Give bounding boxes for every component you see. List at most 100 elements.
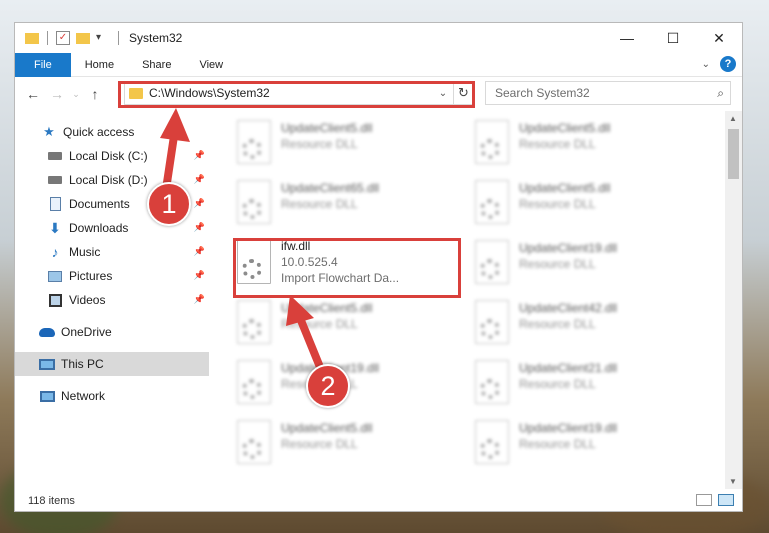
vertical-scrollbar[interactable]: ▲ ▼ <box>725 111 742 489</box>
videos-icon <box>47 293 63 307</box>
dll-file-icon <box>237 300 271 344</box>
dll-file-icon <box>475 240 509 284</box>
sidebar-item-onedrive[interactable]: OneDrive <box>15 320 209 344</box>
new-folder-icon[interactable] <box>76 32 90 44</box>
navigation-bar: ← → ⌄ ↑ C:\Windows\System32 ⌄ ↻ Search S… <box>15 77 742 111</box>
window-title: System32 <box>129 31 183 45</box>
dll-file-icon <box>475 300 509 344</box>
file-name: UpdateClient19.dll <box>519 241 618 255</box>
dll-file-icon <box>475 360 509 404</box>
tab-share[interactable]: Share <box>128 53 185 77</box>
search-input[interactable]: Search System32 ⌕ <box>485 81 731 105</box>
file-name: UpdateClient5.dll <box>281 301 373 315</box>
tab-file[interactable]: File <box>15 52 71 77</box>
sidebar-item-quick-access[interactable]: ★ Quick access <box>15 120 209 144</box>
file-description: Resource DLL <box>519 197 596 211</box>
file-item[interactable]: UpdateClient42.dll Resource DLL <box>469 296 705 352</box>
divider <box>118 31 119 45</box>
sidebar-item-label: Quick access <box>63 125 135 139</box>
file-item[interactable]: UpdateClient5.dll Resource DLL <box>469 176 705 232</box>
sidebar-item-label: Downloads <box>69 221 129 235</box>
scroll-up-icon[interactable]: ▲ <box>729 114 737 123</box>
pin-icon[interactable]: 📌 <box>194 198 205 209</box>
view-switcher <box>696 494 734 506</box>
pin-icon[interactable]: 📌 <box>194 294 205 305</box>
music-icon: ♪ <box>51 244 59 260</box>
large-icons-view-icon[interactable] <box>718 494 734 506</box>
file-item[interactable]: UpdateClient19.dll Resource DLL <box>469 236 705 292</box>
pin-icon[interactable]: 📌 <box>194 150 205 161</box>
sidebar-item-this-pc[interactable]: This PC <box>15 352 209 376</box>
folder-icon[interactable] <box>25 32 39 44</box>
drive-icon <box>47 173 63 187</box>
sidebar-item-pictures[interactable]: Pictures 📌 <box>15 264 209 288</box>
content-area: ★ Quick access Local Disk (C:) 📌 Local D… <box>15 111 742 489</box>
file-description: Resource DLL <box>519 377 596 391</box>
file-item[interactable]: UpdateClient5.dll Resource DLL <box>231 116 467 172</box>
file-item[interactable]: UpdateClient19.dll Resource DLL <box>469 416 705 472</box>
tab-view[interactable]: View <box>185 53 237 77</box>
pin-icon[interactable]: 📌 <box>194 222 205 233</box>
file-item-ifw-dll[interactable]: ifw.dll 10.0.525.4 Import Flowchart Da... <box>231 236 467 300</box>
step-badge-2: 2 <box>306 364 350 408</box>
file-name: UpdateClient42.dll <box>519 301 618 315</box>
file-description: Resource DLL <box>281 137 358 151</box>
search-placeholder: Search System32 <box>495 86 590 100</box>
sidebar-item-videos[interactable]: Videos 📌 <box>15 288 209 312</box>
chevron-down-icon[interactable]: ⌄ <box>433 88 453 99</box>
expand-ribbon-icon[interactable]: ⌄ <box>702 59 710 70</box>
star-icon: ★ <box>43 124 55 139</box>
sidebar-item-music[interactable]: ♪ Music 📌 <box>15 240 209 264</box>
sidebar-item-local-disk-c[interactable]: Local Disk (C:) 📌 <box>15 144 209 168</box>
quick-access-toolbar: ✓ ▾ <box>15 23 121 53</box>
pictures-icon <box>47 269 63 283</box>
minimize-button[interactable]: — <box>604 23 650 53</box>
dll-file-icon <box>237 240 271 284</box>
pin-icon[interactable]: 📌 <box>194 246 205 257</box>
file-description: Resource DLL <box>281 437 358 451</box>
divider <box>47 31 48 45</box>
scroll-down-icon[interactable]: ▼ <box>729 477 737 486</box>
file-item[interactable]: UpdateClient21.dll Resource DLL <box>469 356 705 412</box>
pin-icon[interactable]: 📌 <box>194 174 205 185</box>
file-description: Resource DLL <box>281 197 358 211</box>
maximize-button[interactable]: ☐ <box>650 23 696 53</box>
dll-file-icon <box>237 360 271 404</box>
file-item[interactable]: UpdateClient5.dll Resource DLL <box>469 116 705 172</box>
recent-locations-icon[interactable]: ⌄ <box>69 82 83 106</box>
properties-icon[interactable]: ✓ <box>56 31 70 45</box>
item-count: 118 items <box>28 495 75 507</box>
tab-home[interactable]: Home <box>71 53 128 77</box>
explorer-window: ✓ ▾ System32 — ☐ ✕ File Home Share View … <box>14 22 743 512</box>
file-item[interactable]: UpdateClient5.dll Resource DLL <box>231 296 467 352</box>
file-item[interactable]: UpdateClient65.dll Resource DLL <box>231 176 467 232</box>
search-icon[interactable]: ⌕ <box>717 86 724 101</box>
details-view-icon[interactable] <box>696 494 712 506</box>
refresh-icon[interactable]: ↻ <box>453 82 473 104</box>
documents-icon <box>47 197 63 211</box>
scrollbar-thumb[interactable] <box>728 129 739 179</box>
file-name: UpdateClient19.dll <box>519 421 618 435</box>
forward-arrow-icon[interactable]: → <box>45 82 69 106</box>
file-description: Import Flowchart Da... <box>281 271 400 285</box>
close-button[interactable]: ✕ <box>696 23 742 53</box>
file-description: Resource DLL <box>519 437 596 451</box>
file-item[interactable]: UpdateClient5.dll Resource DLL <box>231 416 467 472</box>
ribbon-right: ⌄ ? <box>702 56 736 72</box>
navigation-pane: ★ Quick access Local Disk (C:) 📌 Local D… <box>15 111 209 489</box>
help-icon[interactable]: ? <box>720 56 736 72</box>
dll-file-icon <box>475 420 509 464</box>
up-arrow-icon[interactable]: ↑ <box>83 82 107 106</box>
address-bar[interactable]: C:\Windows\System32 ⌄ ↻ <box>124 81 474 105</box>
file-name: UpdateClient5.dll <box>519 181 611 195</box>
customize-toolbar-icon[interactable]: ▾ <box>96 31 110 45</box>
address-path[interactable]: C:\Windows\System32 <box>149 86 433 100</box>
window-controls: — ☐ ✕ <box>604 23 742 53</box>
sidebar-item-network[interactable]: Network <box>15 384 209 408</box>
computer-icon <box>39 357 55 371</box>
pin-icon[interactable]: 📌 <box>194 270 205 281</box>
back-arrow-icon[interactable]: ← <box>21 82 45 106</box>
status-bar: 118 items <box>15 489 742 511</box>
dll-file-icon <box>475 180 509 224</box>
file-description: Resource DLL <box>281 317 358 331</box>
